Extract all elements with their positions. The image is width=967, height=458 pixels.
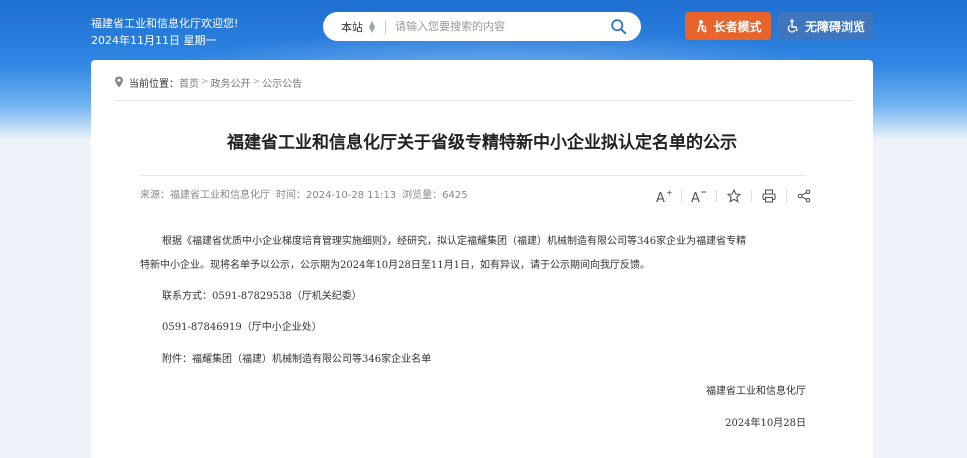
date-text: 2024年11月11日 星期一 [91,34,217,47]
paragraph-line: 特新中小企业。现将名单予以公示，公示期为2024年10月28日至11月1日，如有… [140,260,650,271]
divider [140,175,806,176]
paragraph-line: 根据《福建省优质中小企业梯度培育管理实施细则》，经研究，拟认定福耀集团（福建）机… [162,236,747,247]
attachment-link[interactable]: 附件：福耀集团（福建）机械制造有限公司等346家企业名单 [162,350,431,370]
location-pin-icon [115,76,123,88]
print-icon[interactable] [759,186,779,206]
svg-text:A: A [656,191,665,203]
search-separator [385,19,387,34]
search-bar: 本站 ▲ ▼ [323,12,641,41]
breadcrumb-separator: > [252,77,261,87]
accessible-browse-button[interactable]: 无障碍浏览 [778,12,873,40]
search-scope-select[interactable]: 本站 ▲ ▼ [341,19,375,35]
tool-separator [716,190,717,202]
search-scope-label: 本站 [341,20,363,34]
search-icon[interactable] [610,18,627,35]
font-decrease-icon[interactable]: A [689,186,709,206]
select-arrows-icon: ▲ ▼ [369,18,376,34]
breadcrumb-announcements[interactable]: 公示公告 [262,75,302,90]
article-source: 来源：福建省工业和信息化厅 [140,190,270,201]
wheelchair-icon [787,19,798,33]
breadcrumb-separator: > [201,77,209,87]
tool-separator [681,190,682,202]
tool-separator [751,190,752,202]
article-title: 福建省工业和信息化厅关于省级专精特新中小企业拟认定名单的公示 [227,133,737,153]
sign-date: 2024年10月28日 [725,418,806,429]
signature: 福建省工业和信息化厅 [706,386,806,397]
svg-text:A: A [691,191,700,203]
share-icon[interactable] [794,186,814,206]
article-views: 浏览量：6425 [402,190,468,201]
svg-text:+: + [666,189,672,197]
article-meta: 来源：福建省工业和信息化厅 时间：2024-10-28 11:13 浏览量：64… [140,188,468,204]
elder-mode-button[interactable]: 长者模式 [685,12,771,40]
search-input[interactable] [395,20,596,33]
divider [114,100,854,101]
breadcrumb: 当前位置： 首页 > 政务公开 > 公示公告 [114,74,302,90]
article-tools: A + A [654,186,814,206]
welcome-text: 福建省工业和信息化厅欢迎您! [91,17,239,30]
breadcrumb-home[interactable]: 首页 [179,75,199,90]
article-card: 当前位置： 首页 > 政务公开 > 公示公告 福建省工业和信息化厅关于省级专精特… [91,60,873,458]
elder-icon [697,20,708,33]
font-increase-icon[interactable]: A + [654,186,674,206]
star-icon[interactable] [724,186,744,206]
tool-separator [786,190,787,202]
breadcrumb-gov-affairs[interactable]: 政务公开 [211,75,251,90]
contact-line: 联系方式：0591-87829538（厅机关纪委） [162,291,362,302]
breadcrumb-label: 当前位置： [129,78,179,90]
article-time: 时间：2024-10-28 11:13 [276,190,397,201]
contact-line: 0591-87846919（厅中小企业处） [162,322,322,333]
elder-mode-label: 长者模式 [713,19,762,34]
accessible-label: 无障碍浏览 [804,19,865,34]
